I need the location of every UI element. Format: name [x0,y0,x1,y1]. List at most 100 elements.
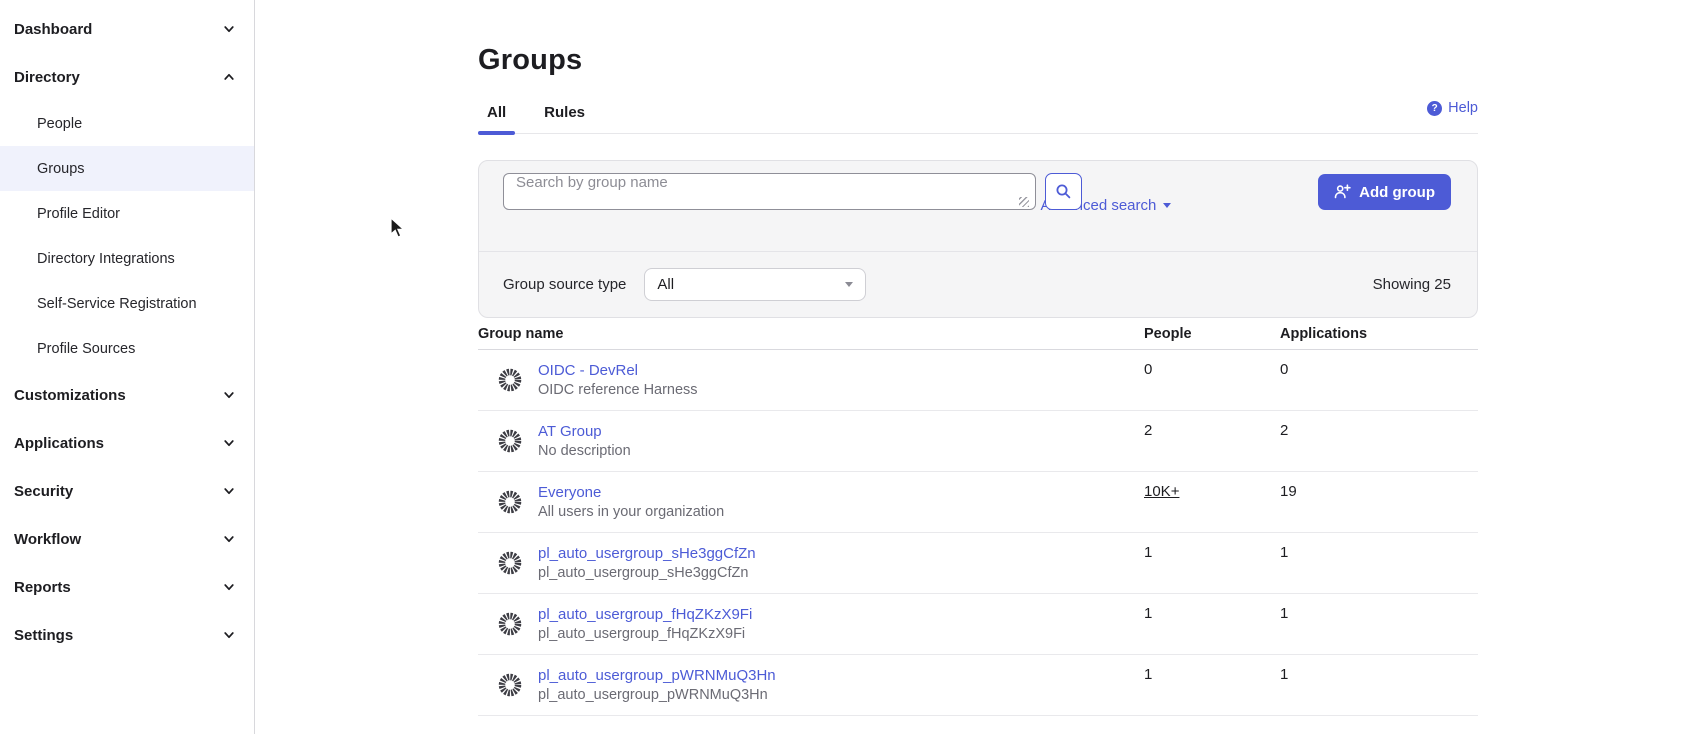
add-group-button[interactable]: Add group [1318,174,1451,210]
group-name-cell: AT Group No description [478,411,1144,471]
sidebar-item-people[interactable]: People [0,101,254,146]
applications-count: 1 [1280,544,1288,561]
applications-count: 1 [1280,666,1288,683]
group-description: pl_auto_usergroup_pWRNMuQ3Hn [538,687,776,703]
applications-count: 0 [1280,361,1288,378]
caret-down-icon [1163,203,1171,208]
group-sunburst-icon [497,367,523,393]
table-row: OIDC - DevRel OIDC reference Harness 0 0 [478,350,1478,411]
group-description: pl_auto_usergroup_sHe3ggCfZn [538,565,756,581]
add-person-icon [1334,184,1351,200]
chevron-down-icon [222,532,236,546]
sidebar-item-label: Profile Sources [37,341,236,357]
group-sunburst-icon [497,550,523,576]
sidebar-item-label: Dashboard [14,21,222,38]
applications-count: 2 [1280,422,1288,439]
tab-all[interactable]: All [478,104,515,133]
people-count-cell: 1 [1144,594,1280,654]
showing-count: Showing 25 [1373,276,1451,293]
chevron-up-icon [222,70,236,84]
search-section: Advanced search Add group [479,161,1477,251]
group-description: OIDC reference Harness [538,382,698,398]
sidebar-item-settings[interactable]: Settings [0,611,254,659]
people-count: 1 [1144,605,1152,622]
applications-count-cell: 1 [1280,533,1478,593]
sidebar-item-profile-editor[interactable]: Profile Editor [0,191,254,236]
sidebar-item-label: People [37,116,236,132]
group-description: All users in your organization [538,504,724,520]
group-name-stack: AT Group No description [538,423,631,459]
group-name-link[interactable]: AT Group [538,423,631,440]
main-area: Groups ? Help All Rules Advanced [256,0,1687,734]
page-title: Groups [478,44,1478,77]
add-group-label: Add group [1359,184,1435,201]
sidebar-item-label: Directory [14,69,222,86]
tab-rules[interactable]: Rules [535,104,594,133]
groups-table: Group name People Applications OIDC - De… [478,318,1478,716]
applications-count: 1 [1280,605,1288,622]
sidebar-item-applications[interactable]: Applications [0,419,254,467]
sidebar-item-dashboard[interactable]: Dashboard [0,5,254,53]
people-count-cell: 1 [1144,655,1280,715]
table-row: AT Group No description 2 2 [478,411,1478,472]
group-sunburst-icon [497,428,523,454]
chevron-down-icon [222,436,236,450]
group-name-link[interactable]: pl_auto_usergroup_pWRNMuQ3Hn [538,667,776,684]
sidebar-item-self-service-registration[interactable]: Self-Service Registration [0,281,254,326]
people-count-cell: 0 [1144,350,1280,410]
sidebar-item-security[interactable]: Security [0,467,254,515]
table-row: Everyone All users in your organization … [478,472,1478,533]
table-row: pl_auto_usergroup_pWRNMuQ3Hn pl_auto_use… [478,655,1478,716]
group-source-type-select[interactable]: All [644,268,866,301]
sidebar: Dashboard Directory People Groups Profil… [0,0,255,734]
group-name-link[interactable]: pl_auto_usergroup_sHe3ggCfZn [538,545,756,562]
group-name-link[interactable]: OIDC - DevRel [538,362,698,379]
group-name-stack: Everyone All users in your organization [538,484,724,520]
applications-count-cell: 2 [1280,411,1478,471]
group-name-cell: pl_auto_usergroup_pWRNMuQ3Hn pl_auto_use… [478,655,1144,715]
filter-bar: Group source type All Showing 25 [479,251,1477,317]
sidebar-item-label: Groups [37,161,236,177]
group-source-type-value: All [657,276,674,293]
column-header-group-name: Group name [478,326,1144,342]
applications-count-cell: 1 [1280,655,1478,715]
sidebar-item-label: Workflow [14,531,222,548]
chevron-down-icon [222,628,236,642]
sidebar-item-profile-sources[interactable]: Profile Sources [0,326,254,371]
sidebar-item-workflow[interactable]: Workflow [0,515,254,563]
column-header-applications: Applications [1280,326,1478,342]
sidebar-item-customizations[interactable]: Customizations [0,371,254,419]
search-button[interactable] [1045,173,1082,210]
group-name-link[interactable]: pl_auto_usergroup_fHqZKzX9Fi [538,606,752,623]
applications-count: 19 [1280,483,1297,500]
group-name-cell: pl_auto_usergroup_sHe3ggCfZn pl_auto_use… [478,533,1144,593]
search-icon [1055,183,1072,200]
sidebar-item-directory[interactable]: Directory [0,53,254,101]
tab-bar: All Rules [478,104,1478,134]
applications-count-cell: 1 [1280,594,1478,654]
people-count: 1 [1144,666,1152,683]
sidebar-item-label: Reports [14,579,222,596]
people-count-cell: 2 [1144,411,1280,471]
group-sunburst-icon [497,489,523,515]
applications-count-cell: 0 [1280,350,1478,410]
group-name-link[interactable]: Everyone [538,484,724,501]
group-name-stack: pl_auto_usergroup_sHe3ggCfZn pl_auto_use… [538,545,756,581]
help-label: Help [1448,100,1478,116]
sidebar-item-directory-integrations[interactable]: Directory Integrations [0,236,254,281]
sidebar-item-label: Self-Service Registration [37,296,236,312]
people-count[interactable]: 10K+ [1144,483,1179,500]
table-header: Group name People Applications [478,318,1478,350]
help-link[interactable]: ? Help [1427,100,1478,116]
sidebar-item-label: Applications [14,435,222,452]
sidebar-item-groups[interactable]: Groups [0,146,254,191]
column-header-people: People [1144,326,1280,342]
resize-handle-icon[interactable] [1019,197,1029,207]
group-sunburst-icon [497,672,523,698]
search-input[interactable] [503,173,1036,210]
sidebar-item-label: Directory Integrations [37,251,236,267]
chevron-down-icon [222,484,236,498]
group-name-cell: pl_auto_usergroup_fHqZKzX9Fi pl_auto_use… [478,594,1144,654]
table-row: pl_auto_usergroup_sHe3ggCfZn pl_auto_use… [478,533,1478,594]
sidebar-item-reports[interactable]: Reports [0,563,254,611]
